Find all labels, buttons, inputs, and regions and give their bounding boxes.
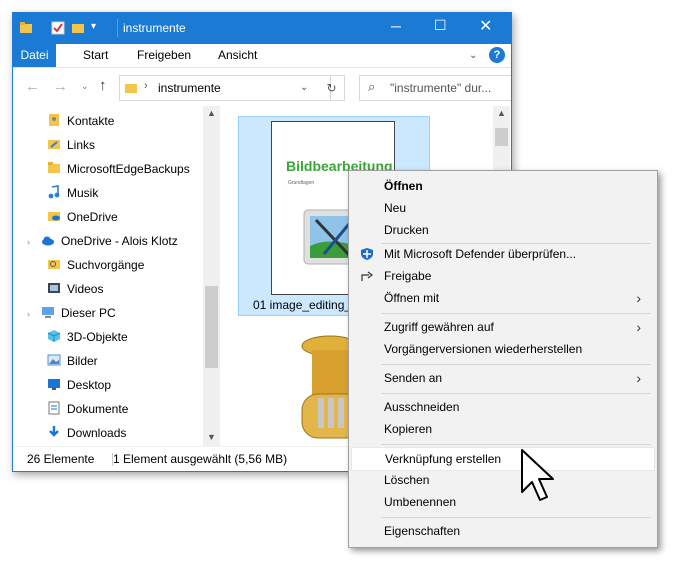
downloads-icon <box>49 426 59 437</box>
submenu-arrow-icon: › <box>636 319 641 335</box>
breadcrumb-chevron-icon: › <box>144 80 148 92</box>
menu-separator <box>381 517 651 518</box>
nav-item-musik[interactable]: Musik <box>47 182 98 204</box>
search-folder-icon <box>48 260 60 269</box>
menu-item-umbenennen[interactable]: Umbenennen <box>351 491 653 513</box>
nav-item-dokumente[interactable]: Dokumente <box>47 398 128 420</box>
refresh-button[interactable]: ↻ <box>319 75 345 101</box>
nav-item-kontakte[interactable]: Kontakte <box>47 110 114 132</box>
menu-item-kopieren[interactable]: Kopieren <box>351 418 653 440</box>
search-icon: ⌕ <box>368 79 376 94</box>
properties-icon[interactable] <box>51 21 65 35</box>
menu-item-zugriff[interactable]: Zugriff gewähren auf › <box>351 316 653 338</box>
menu-item-oeffnen-mit[interactable]: Öffnen mit › <box>351 287 653 309</box>
folder-icon <box>48 162 60 173</box>
thumbnail-subtitle: Grundlagen <box>288 180 315 186</box>
nav-item-onedrive[interactable]: OneDrive <box>47 206 118 228</box>
nav-item-3d-objekte[interactable]: 3D-Objekte <box>47 326 128 348</box>
content-scrollbar-thumb[interactable] <box>495 128 508 146</box>
search-input[interactable]: ⌕ "instrumente" dur... <box>359 75 511 101</box>
menu-item-drucken[interactable]: Drucken <box>351 219 653 241</box>
address-bar[interactable]: › instrumente ⌄ <box>119 75 331 101</box>
context-menu: Öffnen Neu Drucken Mit Microsoft Defende… <box>348 170 658 548</box>
documents-icon <box>48 401 60 415</box>
back-arrow-icon[interactable]: ← <box>25 78 40 95</box>
nav-item-desktop[interactable]: Desktop <box>47 374 111 396</box>
menu-separator <box>381 364 651 365</box>
nav-scrollbar-thumb[interactable] <box>205 286 218 368</box>
pictures-icon <box>47 354 61 366</box>
3d-objects-icon <box>47 330 61 342</box>
breadcrumb: instrumente <box>158 81 221 95</box>
new-folder-icon[interactable] <box>71 21 85 35</box>
address-row: ← → ⌄ ↑ › instrumente ⌄ ↻ ⌕ "instrumente… <box>13 68 511 106</box>
nav-item-bilder[interactable]: Bilder <box>47 350 98 372</box>
tab-ansicht[interactable]: Ansicht <box>218 48 257 62</box>
help-icon[interactable]: ? <box>489 47 505 63</box>
tab-start[interactable]: Start <box>83 48 108 62</box>
defender-icon <box>361 248 373 260</box>
navigation-pane: Kontakte Links MicrosoftEdgeBackups Musi… <box>13 106 220 446</box>
nav-item-downloads[interactable]: Downloads <box>47 422 126 444</box>
submenu-arrow-icon: › <box>636 370 641 386</box>
folder-icon <box>20 22 32 33</box>
menu-separator <box>381 313 651 314</box>
title-bar: ▾ instrumente ─ ☐ ✕ <box>13 13 511 44</box>
menu-item-loeschen[interactable]: Löschen <box>351 469 653 491</box>
menu-item-defender[interactable]: Mit Microsoft Defender überprüfen... <box>351 243 653 265</box>
address-dropdown-icon[interactable]: ⌄ <box>300 82 308 93</box>
mouse-cursor-icon <box>521 449 554 501</box>
scroll-down-icon[interactable]: ▼ <box>207 432 216 442</box>
menu-separator <box>381 393 651 394</box>
submenu-arrow-icon: › <box>636 290 641 306</box>
folder-icon <box>125 84 137 93</box>
forward-arrow-icon[interactable]: → <box>53 78 68 95</box>
maximize-button[interactable]: ☐ <box>434 17 447 34</box>
folder-icon <box>48 212 60 221</box>
nav-scrollbar[interactable]: ▲ ▼ <box>203 106 220 446</box>
menu-item-freigabe[interactable]: Freigabe <box>351 265 653 287</box>
menu-separator <box>381 444 651 445</box>
scroll-up-icon[interactable]: ▲ <box>207 108 216 118</box>
menu-item-verknuepfung[interactable]: Verknüpfung erstellen <box>351 447 655 471</box>
links-icon <box>48 140 60 149</box>
menu-item-neu[interactable]: Neu <box>351 197 653 219</box>
music-icon <box>48 185 60 199</box>
expand-chevron-icon[interactable]: › <box>27 231 41 253</box>
nav-item-links[interactable]: Links <box>47 134 95 156</box>
pc-icon <box>42 307 54 318</box>
tab-freigeben[interactable]: Freigeben <box>137 48 191 62</box>
file-name: 01 image_editing_ <box>253 298 352 312</box>
menu-item-vorgaengerversionen[interactable]: Vorgängerversionen wiederherstellen <box>351 338 653 360</box>
close-button[interactable]: ✕ <box>479 16 492 36</box>
search-placeholder: "instrumente" dur... <box>390 81 492 95</box>
nav-item-onedrive-alois-klotz[interactable]: › OneDrive - Alois Klotz <box>27 230 178 252</box>
menu-item-eigenschaften[interactable]: Eigenschaften <box>351 520 653 542</box>
selection-info: 1 Element ausgewählt (5,56 MB) <box>113 452 288 466</box>
share-icon <box>361 271 373 281</box>
expand-chevron-icon[interactable]: › <box>27 303 41 325</box>
ribbon-tabs: Datei Start Freigeben Ansicht ⌄ ? <box>13 44 511 68</box>
nav-item-dieser-pc[interactable]: › Dieser PC <box>27 302 116 324</box>
menu-item-senden-an[interactable]: Senden an › <box>351 367 653 389</box>
videos-icon <box>48 283 60 293</box>
nav-item-videos[interactable]: Videos <box>47 278 103 300</box>
minimize-button[interactable]: ─ <box>391 18 401 34</box>
customize-toolbar-icon[interactable]: ▾ <box>91 21 96 32</box>
menu-item-oeffnen[interactable]: Öffnen <box>351 175 653 197</box>
expand-ribbon-icon[interactable]: ⌄ <box>469 50 477 61</box>
item-count: 26 Elemente <box>27 452 95 466</box>
window-title: instrumente <box>123 21 186 35</box>
menu-item-ausschneiden[interactable]: Ausschneiden <box>351 396 653 418</box>
cloud-icon <box>42 236 54 246</box>
desktop-icon <box>48 379 60 390</box>
tab-datei[interactable]: Datei <box>13 44 56 67</box>
recent-locations-icon[interactable]: ⌄ <box>81 81 89 92</box>
nav-item-microsoftedgebackups[interactable]: MicrosoftEdgeBackups <box>47 158 190 180</box>
scroll-up-icon[interactable]: ▲ <box>497 108 506 118</box>
up-arrow-icon[interactable]: ↑ <box>99 77 107 94</box>
nav-item-suchvorgaenge[interactable]: Suchvorgänge <box>47 254 144 276</box>
contacts-icon <box>49 114 59 126</box>
